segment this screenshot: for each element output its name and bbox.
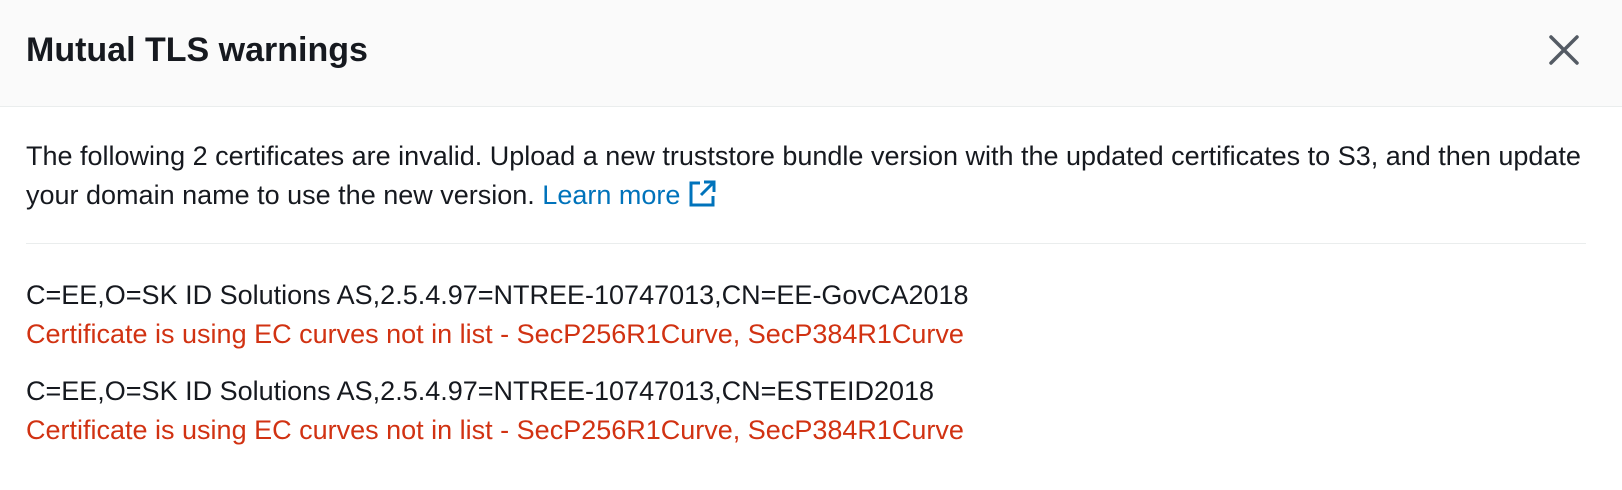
learn-more-link[interactable]: Learn more [542, 180, 716, 210]
external-link-icon [689, 180, 716, 207]
intro-paragraph: The following 2 certificates are invalid… [26, 137, 1586, 215]
learn-more-label: Learn more [542, 180, 681, 210]
modal-title: Mutual TLS warnings [26, 31, 368, 69]
modal-body: The following 2 certificates are invalid… [26, 107, 1586, 450]
certificate-item: C=EE,O=SK ID Solutions AS,2.5.4.97=NTREE… [26, 276, 1586, 354]
certificate-name: C=EE,O=SK ID Solutions AS,2.5.4.97=NTREE… [26, 376, 935, 406]
certificate-error: Certificate is using EC curves not in li… [26, 319, 964, 349]
intro-text: The following 2 certificates are invalid… [26, 141, 1581, 210]
certificate-item: C=EE,O=SK ID Solutions AS,2.5.4.97=NTREE… [26, 372, 1586, 450]
divider [26, 243, 1586, 244]
modal-header: Mutual TLS warnings [0, 0, 1622, 107]
certificate-error: Certificate is using EC curves not in li… [26, 415, 964, 445]
close-icon [1549, 35, 1579, 65]
certificate-name: C=EE,O=SK ID Solutions AS,2.5.4.97=NTREE… [26, 280, 969, 310]
mutual-tls-warnings-modal: Mutual TLS warnings The following 2 cert… [0, 0, 1622, 490]
close-button[interactable] [1544, 30, 1584, 70]
certificate-list: C=EE,O=SK ID Solutions AS,2.5.4.97=NTREE… [26, 276, 1586, 450]
